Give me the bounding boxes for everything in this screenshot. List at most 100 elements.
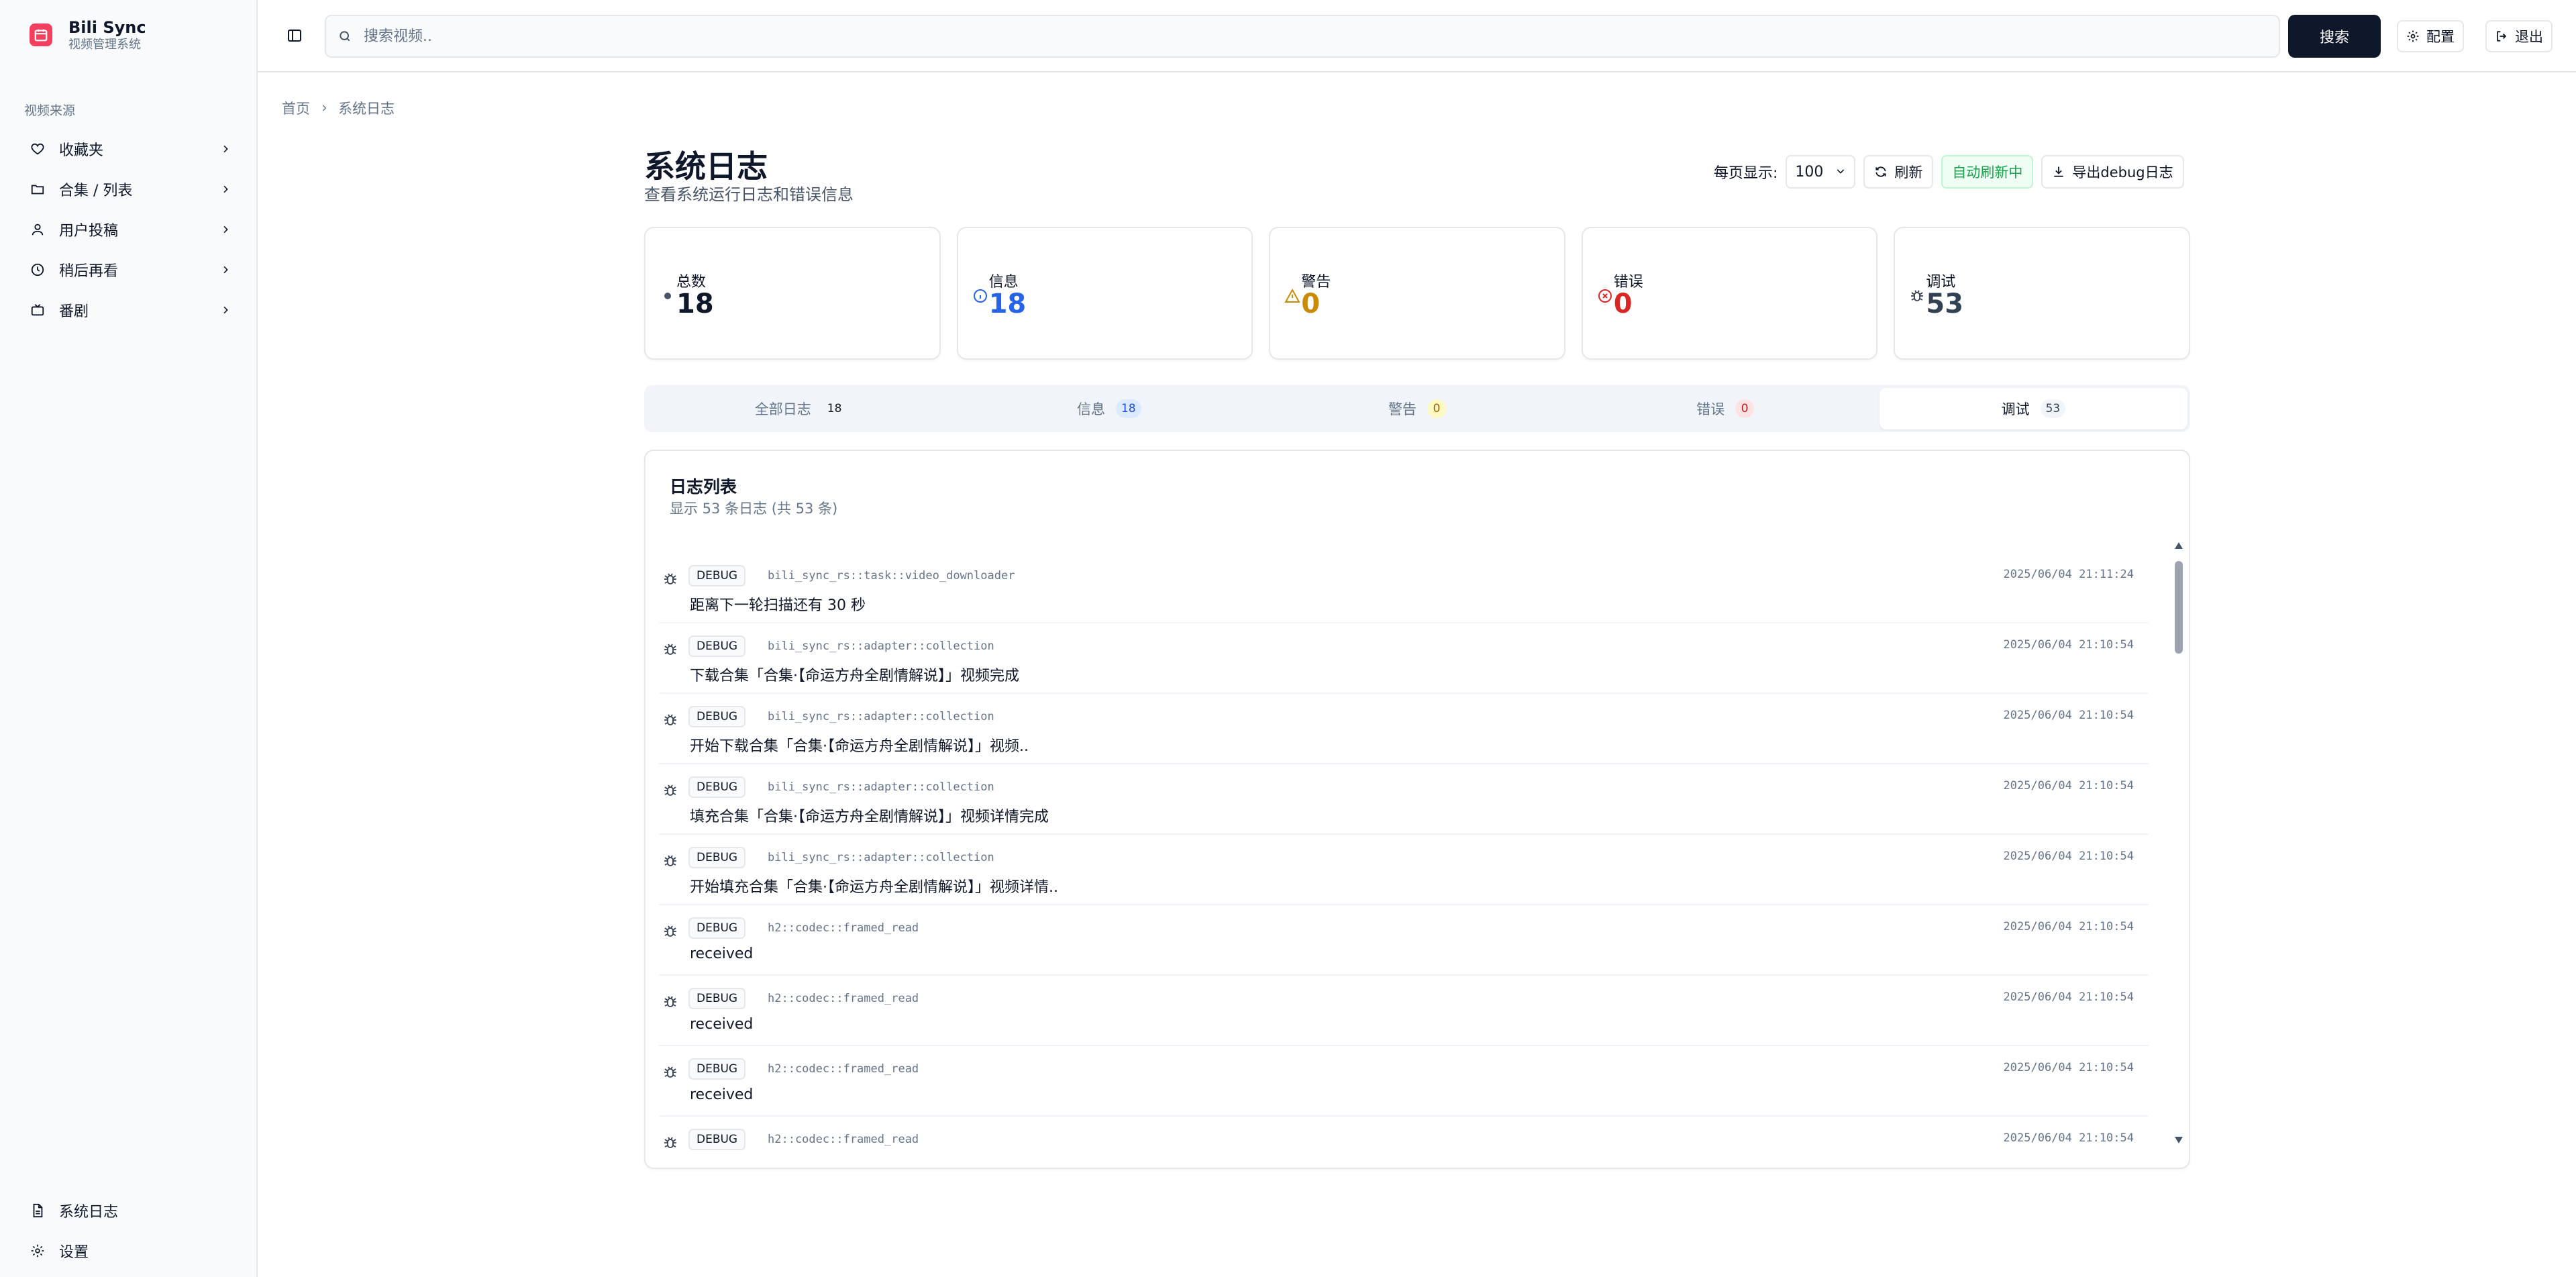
logout-button[interactable]: 退出 (2485, 20, 2553, 52)
sidebar: Bili Sync 视频管理系统 视频来源 收藏夹 合集 / 列表 用户投稿 稍… (0, 0, 258, 1277)
log-timestamp: 2025/06/04 21:10:54 (2003, 990, 2134, 1004)
log-level-badge: DEBUG (688, 635, 746, 657)
tab-count-badge: 53 (2040, 399, 2066, 418)
log-timestamp: 2025/06/04 21:10:54 (2003, 779, 2134, 793)
log-target: bili_sync_rs::adapter::collection (768, 640, 994, 653)
sidebar-bottom-nav: 系统日志 设置 (16, 1190, 242, 1271)
gear-icon (30, 1243, 46, 1259)
log-row[interactable]: DEBUG bili_sync_rs::adapter::collection … (659, 623, 2149, 694)
logout-icon (2495, 29, 2510, 44)
per-page-label: 每页显示: (1714, 165, 1778, 182)
log-row[interactable]: DEBUG h2::codec::framed_read 2025/06/04 … (659, 1117, 2149, 1157)
log-message: 下载合集「合集·【命运方舟全剧情解说】」视频完成 (690, 668, 1019, 684)
info-icon (972, 287, 989, 305)
logout-label: 退出 (2515, 29, 2543, 45)
sidebar-item-label: 番剧 (59, 303, 89, 320)
sidebar-toggle-icon[interactable] (285, 25, 305, 46)
refresh-button[interactable]: 刷新 (1863, 155, 1934, 189)
warning-icon (1284, 287, 1301, 305)
tab-label: 错误 (1696, 401, 1725, 417)
bug-icon (662, 782, 679, 799)
stat-value: 18 (988, 289, 1027, 319)
stat-card-total: 总数 18 (644, 227, 941, 360)
stat-card-debug: 调试 53 (1894, 227, 2190, 360)
log-timestamp: 2025/06/04 21:10:54 (2003, 1131, 2134, 1145)
stat-card-error: 错误 0 (1581, 227, 1878, 360)
folder-icon (30, 181, 46, 197)
log-message: received (690, 946, 754, 962)
calendar-icon (30, 23, 52, 46)
sidebar-item-label: 用户投稿 (59, 223, 119, 240)
log-list-scrollbar[interactable] (2173, 541, 2185, 1145)
log-message: 填充合集「合集·【命运方舟全剧情解说】」视频详情完成 (690, 809, 1049, 825)
sidebar-item-logs[interactable]: 系统日志 (16, 1190, 242, 1231)
brand-subtitle: 视频管理系统 (68, 38, 141, 52)
log-target: h2::codec::framed_read (768, 1062, 919, 1076)
file-text-icon (30, 1203, 46, 1219)
search-button[interactable]: 搜索 (2288, 15, 2381, 58)
export-debug-button[interactable]: 导出debug日志 (2041, 155, 2184, 189)
config-button[interactable]: 配置 (2397, 20, 2464, 52)
tab-count-badge: 0 (1427, 399, 1446, 418)
sidebar-item-label: 收藏夹 (59, 142, 104, 159)
log-message: 开始填充合集「合集·【命运方舟全剧情解说】」视频详情.. (690, 879, 1058, 896)
stat-value: 0 (1301, 289, 1321, 319)
log-list[interactable]: DEBUG bili_sync_rs::task::video_download… (659, 553, 2149, 1157)
sidebar-item-watch-later[interactable]: 稍后再看 (16, 250, 242, 290)
sidebar-item-bangumi[interactable]: 番剧 (16, 290, 242, 330)
search-box[interactable] (325, 15, 2280, 58)
user-icon (30, 221, 46, 238)
log-level-tabs: 全部日志 18 信息 18 警告 0 错误 0 调试 53 (644, 385, 2190, 432)
tab-count-badge: 18 (1115, 399, 1141, 418)
stat-value: 0 (1613, 289, 1633, 319)
tab-info[interactable]: 信息 18 (955, 388, 1263, 429)
bug-icon (662, 993, 679, 1011)
log-message: received (690, 1016, 754, 1033)
sidebar-nav: 收藏夹 合集 / 列表 用户投稿 稍后再看 番剧 (16, 129, 242, 330)
log-row[interactable]: DEBUG bili_sync_rs::adapter::collection … (659, 764, 2149, 835)
bug-icon (662, 923, 679, 940)
log-row[interactable]: DEBUG bili_sync_rs::adapter::collection … (659, 694, 2149, 764)
log-timestamp: 2025/06/04 21:10:54 (2003, 709, 2134, 722)
log-message: received (690, 1086, 754, 1103)
sidebar-item-collections[interactable]: 合集 / 列表 (16, 169, 242, 209)
log-row[interactable]: DEBUG bili_sync_rs::task::video_download… (659, 553, 2149, 623)
log-target: bili_sync_rs::task::video_downloader (768, 569, 1015, 582)
log-row[interactable]: DEBUG bili_sync_rs::adapter::collection … (659, 835, 2149, 905)
tab-warning[interactable]: 警告 0 (1263, 388, 1571, 429)
log-target: bili_sync_rs::adapter::collection (768, 780, 994, 794)
log-target: h2::codec::framed_read (768, 921, 919, 935)
log-row[interactable]: DEBUG h2::codec::framed_read 2025/06/04 … (659, 976, 2149, 1046)
per-page-select[interactable]: 100 (1786, 155, 1856, 189)
tab-debug[interactable]: 调试 53 (1879, 388, 2188, 429)
heart-icon (30, 141, 46, 157)
clock-icon (30, 262, 46, 278)
chevron-right-icon (219, 142, 232, 156)
sidebar-item-uploads[interactable]: 用户投稿 (16, 209, 242, 250)
tab-all[interactable]: 全部日志 18 (647, 388, 955, 429)
scroll-down-arrow-icon[interactable] (2174, 1135, 2183, 1145)
per-page-value: 100 (1795, 163, 1824, 181)
sidebar-item-label: 设置 (59, 1244, 89, 1261)
tab-label: 警告 (1388, 401, 1416, 417)
log-level-badge: DEBUG (688, 706, 746, 727)
brand[interactable]: Bili Sync 视频管理系统 (30, 17, 146, 52)
breadcrumb-home[interactable]: 首页 (282, 98, 310, 118)
sidebar-item-label: 合集 / 列表 (59, 183, 133, 199)
log-row[interactable]: DEBUG h2::codec::framed_read 2025/06/04 … (659, 1046, 2149, 1117)
log-row[interactable]: DEBUG h2::codec::framed_read 2025/06/04 … (659, 905, 2149, 976)
scroll-up-arrow-icon[interactable] (2174, 541, 2183, 550)
tab-label: 全部日志 (754, 401, 811, 417)
search-icon (338, 28, 354, 44)
sidebar-item-label: 稍后再看 (59, 263, 119, 280)
tab-error[interactable]: 错误 0 (1572, 388, 1879, 429)
sidebar-item-favorites[interactable]: 收藏夹 (16, 129, 242, 169)
auto-refresh-toggle[interactable]: 自动刷新中 (1941, 155, 2034, 189)
sidebar-item-settings[interactable]: 设置 (16, 1231, 242, 1271)
log-level-badge: DEBUG (688, 1129, 746, 1150)
scrollbar-thumb[interactable] (2175, 561, 2183, 654)
error-icon (1596, 287, 1614, 305)
search-input[interactable] (364, 28, 2243, 45)
brand-title: Bili Sync (68, 18, 146, 37)
log-list-title: 日志列表 (670, 477, 737, 497)
